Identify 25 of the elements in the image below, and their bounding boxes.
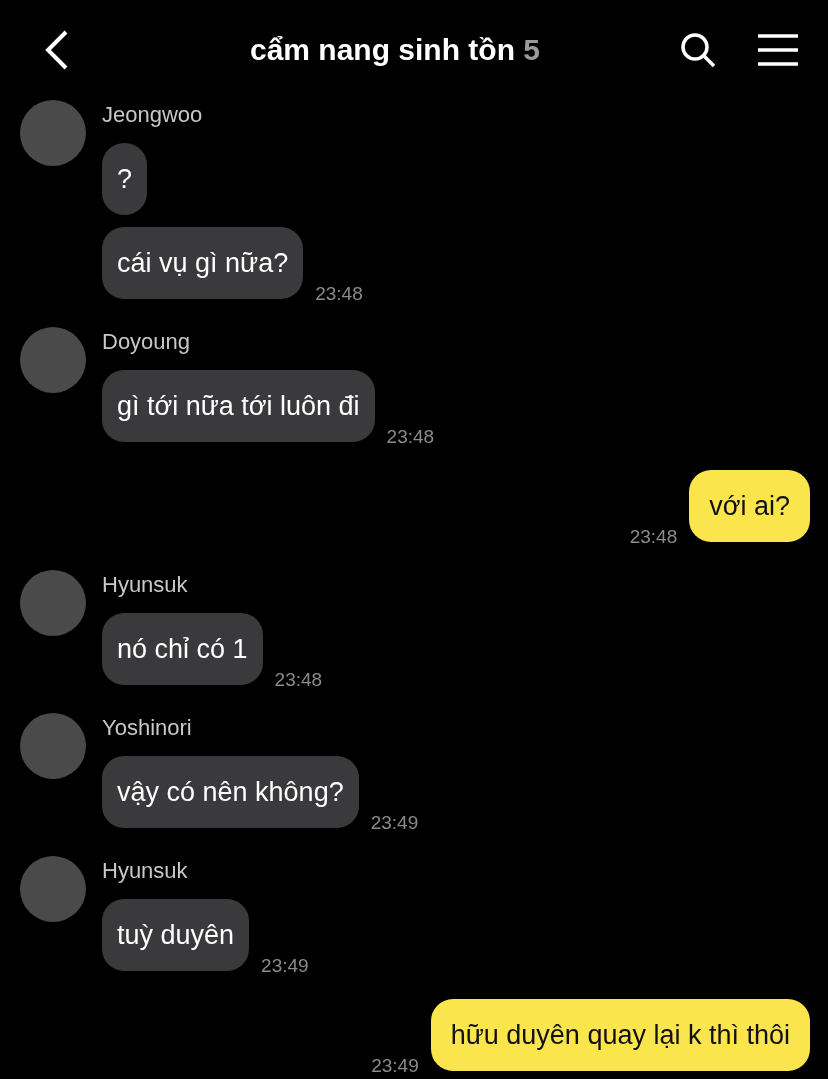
- message-time: 23:48: [274, 669, 323, 691]
- message-time: 23:49: [370, 812, 419, 834]
- sender-name: Hyunsuk: [102, 858, 189, 884]
- menu-icon[interactable]: [758, 34, 798, 66]
- message-bubble: vậy có nên không?: [102, 756, 359, 828]
- message-bubble: gì tới nữa tới luôn đi: [102, 370, 375, 442]
- message-bubble: hữu duyên quay lại k thì thôi: [430, 999, 810, 1071]
- sender-name: Jeongwoo: [102, 102, 204, 128]
- search-icon[interactable]: [680, 32, 716, 68]
- message-time: 23:49: [261, 955, 309, 977]
- message-time: 23:48: [629, 526, 678, 548]
- message-bubble: cái vụ gì nữa?: [102, 227, 304, 299]
- message-bubble: với ai?: [689, 470, 810, 542]
- sender-name: Doyoung: [102, 329, 192, 355]
- message-bubble: ?: [102, 143, 148, 215]
- member-count: 5: [523, 33, 541, 66]
- chat-title: cẩm nang sinh tồn: [249, 33, 515, 66]
- message-time: 23:48: [386, 426, 435, 448]
- message-bubble: nó chỉ có 1: [102, 613, 263, 685]
- sender-name: Yoshinori: [102, 715, 193, 741]
- message-time: 23:48: [315, 283, 363, 305]
- message-time: 23:49: [371, 1055, 419, 1077]
- message-bubble: tuỳ duyên: [102, 899, 250, 971]
- back-icon[interactable]: [44, 30, 70, 70]
- sender-name: Hyunsuk: [102, 572, 189, 598]
